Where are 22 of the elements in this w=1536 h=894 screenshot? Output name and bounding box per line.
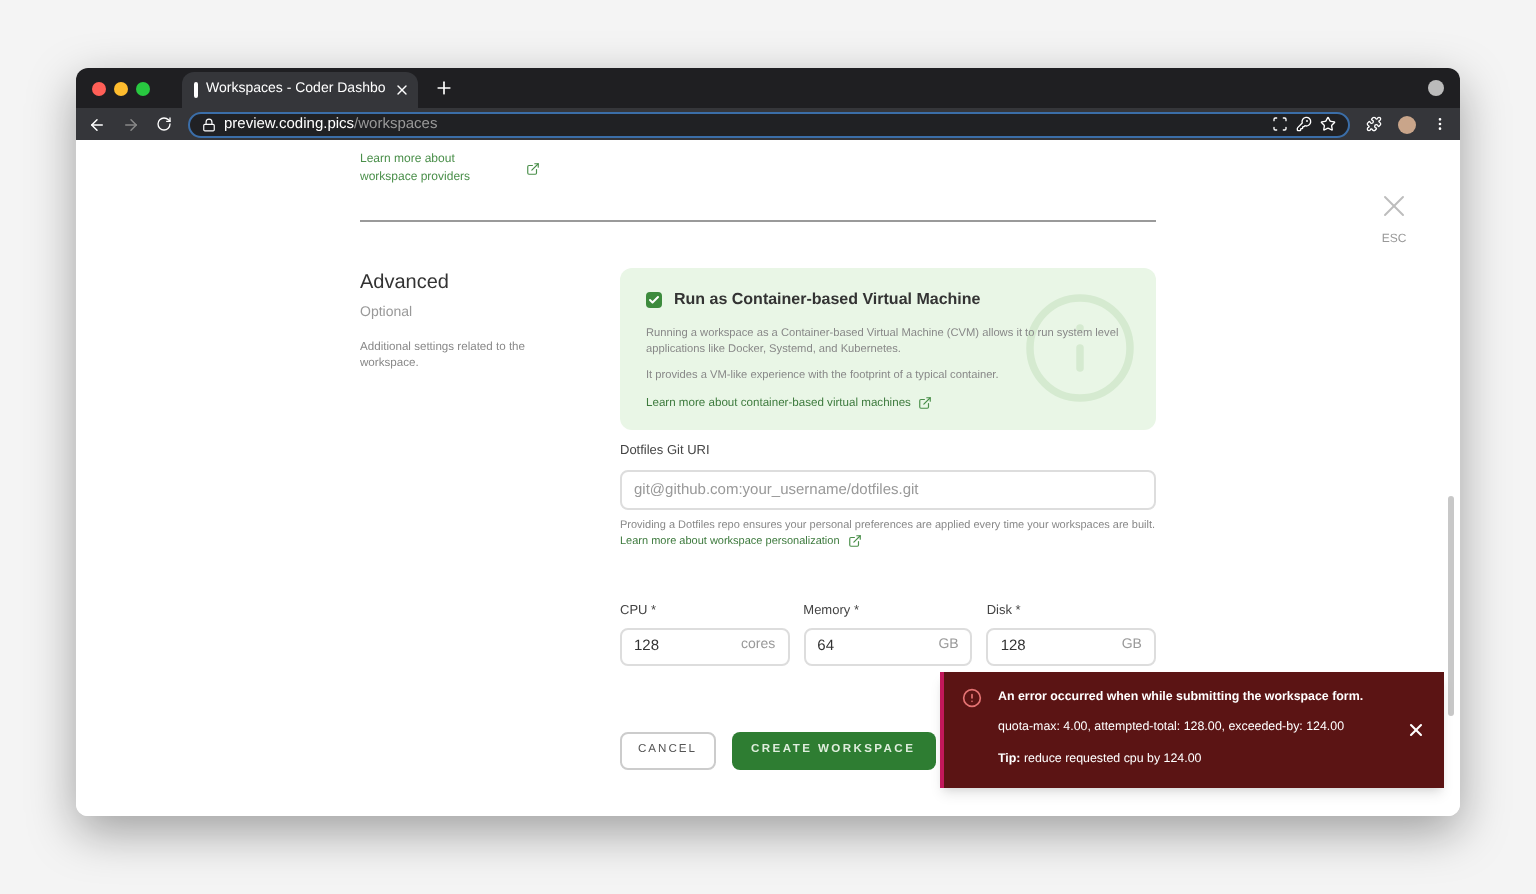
new-tab-icon[interactable]	[434, 78, 454, 98]
check-icon	[648, 294, 660, 306]
minimize-window-icon[interactable]	[114, 81, 128, 95]
lock-icon	[202, 117, 216, 131]
back-icon[interactable]	[88, 115, 106, 133]
error-icon	[962, 688, 982, 708]
forward-icon[interactable]	[122, 115, 140, 133]
external-link-icon	[847, 533, 862, 548]
close-tab-icon[interactable]	[393, 82, 410, 98]
external-link-icon	[526, 162, 540, 176]
avatar-icon[interactable]	[1398, 115, 1416, 133]
extensions-icon[interactable]	[1366, 116, 1382, 132]
key-icon[interactable]	[1296, 116, 1312, 132]
section-title: Advanced	[360, 270, 451, 298]
close-window-icon[interactable]	[92, 81, 106, 95]
cvm-checkbox[interactable]	[646, 292, 662, 308]
checkbox-label: Run as Container-based Virtual Machine	[674, 288, 981, 312]
reload-icon[interactable]	[156, 116, 172, 132]
close-toast-icon[interactable]	[1406, 720, 1426, 740]
external-link-icon	[918, 396, 933, 411]
bookmark-star-icon[interactable]	[1320, 116, 1336, 132]
maximize-window-icon[interactable]	[136, 81, 150, 95]
